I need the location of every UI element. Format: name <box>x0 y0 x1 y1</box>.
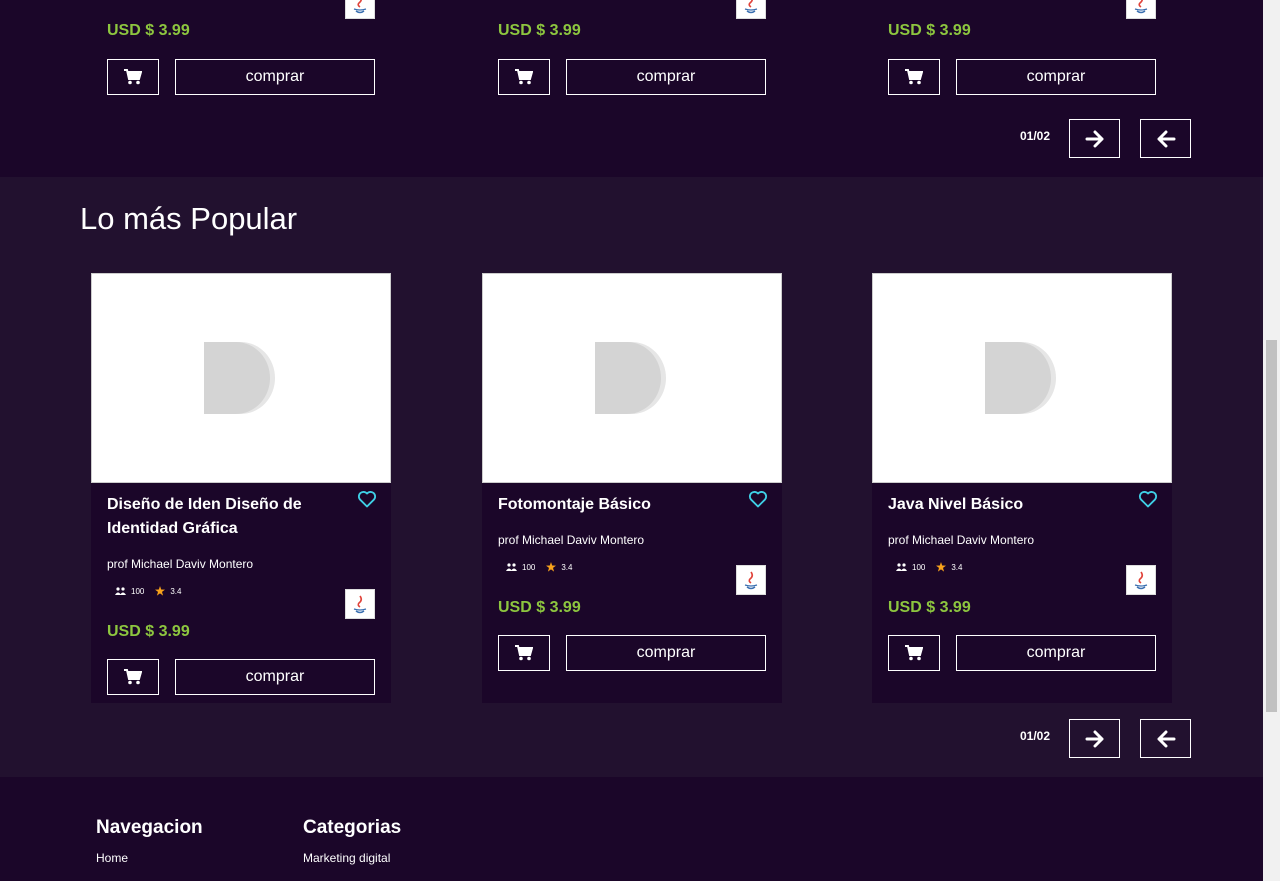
course-title[interactable]: Diseño de Iden Diseño de Identidad Gráfi… <box>107 493 352 541</box>
footer-categories: Categorias Marketing digital <box>303 817 401 865</box>
users-icon <box>896 563 907 571</box>
footer-navigation: Navegacion Home <box>96 817 203 865</box>
star-icon <box>936 562 947 572</box>
java-logo-icon <box>736 0 766 19</box>
page-indicator: 01/02 <box>1020 129 1051 143</box>
course-title[interactable]: Java Nivel Básico <box>888 493 1133 517</box>
add-to-cart-button[interactable] <box>888 635 940 671</box>
page-scrollbar[interactable] <box>1263 0 1280 881</box>
course-professor: prof Michael Daviv Montero <box>107 557 254 571</box>
scrollbar-thumb[interactable] <box>1266 340 1277 712</box>
heart-outline-icon[interactable] <box>748 489 768 509</box>
star-icon <box>546 562 557 572</box>
course-title[interactable]: Fotomontaje Básico <box>498 493 743 517</box>
star-icon <box>155 586 166 596</box>
shopping-cart-icon <box>905 645 923 661</box>
shopping-cart-icon <box>905 69 923 85</box>
section-title: Lo más Popular <box>80 201 298 236</box>
course-price: USD $ 3.99 <box>888 22 971 39</box>
buy-button[interactable]: comprar <box>175 659 375 695</box>
next-page-button[interactable] <box>1069 119 1120 158</box>
image-placeholder-icon <box>91 273 391 483</box>
heart-outline-icon[interactable] <box>1138 489 1158 509</box>
course-price: USD $ 3.99 <box>888 599 971 616</box>
arrow-left-icon <box>1157 730 1175 747</box>
image-placeholder-icon <box>482 273 782 483</box>
users-icon <box>115 587 126 595</box>
java-logo-icon <box>1126 0 1156 19</box>
course-price: USD $ 3.99 <box>107 623 190 640</box>
shopping-cart-icon <box>515 69 533 85</box>
site-footer: Navegacion Home Categorias Marketing dig… <box>0 777 1263 881</box>
add-to-cart-button[interactable] <box>498 59 550 95</box>
footer-categories-title: Categorias <box>303 817 402 838</box>
add-to-cart-button[interactable] <box>498 635 550 671</box>
page-indicator: 01/02 <box>1020 729 1051 743</box>
course-professor: prof Michael Daviv Montero <box>888 533 1035 547</box>
course-card: Fotomontaje Básico prof Michael Daviv Mo… <box>482 273 782 703</box>
buy-button[interactable]: comprar <box>566 635 766 671</box>
course-price: USD $ 3.99 <box>498 599 581 616</box>
heart-outline-icon[interactable] <box>357 489 377 509</box>
course-card: Diseño de Iden Diseño de Identidad Gráfi… <box>91 273 391 703</box>
shopping-cart-icon <box>124 669 142 685</box>
prev-page-button[interactable] <box>1140 119 1191 158</box>
add-to-cart-button[interactable] <box>107 59 159 95</box>
students-count: 100 <box>131 586 145 596</box>
course-price: USD $ 3.99 <box>498 22 581 39</box>
java-logo-icon <box>736 565 766 595</box>
course-price: USD $ 3.99 <box>107 22 190 39</box>
buy-button[interactable]: comprar <box>566 59 766 95</box>
arrow-right-icon <box>1085 130 1103 147</box>
footer-link-home[interactable]: Home <box>96 851 203 865</box>
buy-button[interactable]: comprar <box>956 635 1156 671</box>
popular-courses-section: Lo más Popular Diseño de Iden Diseño de … <box>0 177 1263 777</box>
course-card: Java Nivel Básico prof Michael Daviv Mon… <box>872 273 1172 703</box>
users-icon <box>506 563 517 571</box>
rating-value: 3.4 <box>561 562 573 572</box>
students-count: 100 <box>912 562 926 572</box>
footer-link-marketing-digital[interactable]: Marketing digital <box>303 851 401 865</box>
course-professor: prof Michael Daviv Montero <box>498 533 645 547</box>
course-stats: 100 3.4 <box>115 586 181 596</box>
page-viewport: USD $ 3.99 comprar USD $ 3.99 comprar US… <box>0 0 1263 881</box>
java-logo-icon <box>1126 565 1156 595</box>
buy-button[interactable]: comprar <box>175 59 375 95</box>
shopping-cart-icon <box>515 645 533 661</box>
buy-button[interactable]: comprar <box>956 59 1156 95</box>
arrow-left-icon <box>1157 130 1175 147</box>
previous-courses-section: USD $ 3.99 comprar USD $ 3.99 comprar US… <box>0 0 1263 177</box>
next-page-button[interactable] <box>1069 719 1120 758</box>
rating-value: 3.4 <box>170 586 182 596</box>
course-stats: 100 3.4 <box>506 562 572 572</box>
java-logo-icon <box>345 0 375 19</box>
java-logo-icon <box>345 589 375 619</box>
footer-nav-title: Navegacion <box>96 817 203 838</box>
add-to-cart-button[interactable] <box>888 59 940 95</box>
image-placeholder-icon <box>872 273 1172 483</box>
prev-page-button[interactable] <box>1140 719 1191 758</box>
add-to-cart-button[interactable] <box>107 659 159 695</box>
students-count: 100 <box>522 562 536 572</box>
course-stats: 100 3.4 <box>896 562 962 572</box>
arrow-right-icon <box>1085 730 1103 747</box>
shopping-cart-icon <box>124 69 142 85</box>
rating-value: 3.4 <box>951 562 963 572</box>
